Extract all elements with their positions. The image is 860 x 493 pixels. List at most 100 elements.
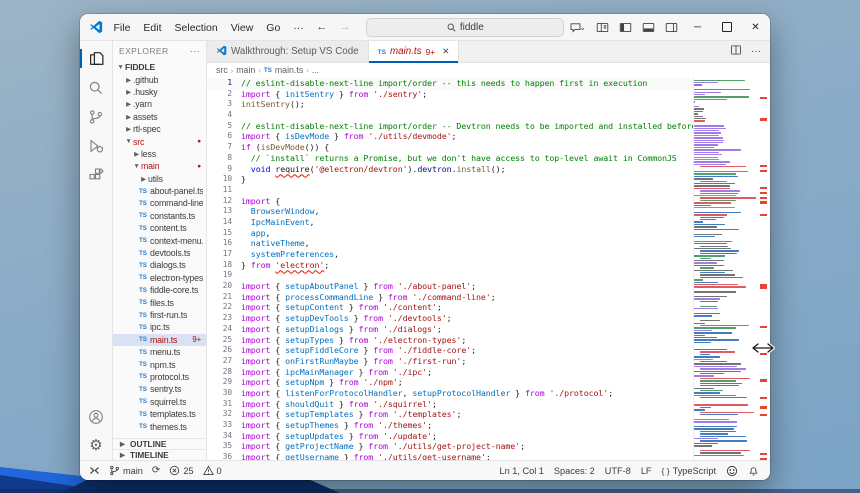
tree-item-squirrel-ts[interactable]: TSsquirrel.ts (113, 396, 206, 408)
menu-moremoremore[interactable]: ··· (287, 22, 311, 34)
tree-item-files-ts[interactable]: TSfiles.ts (113, 296, 206, 308)
typescript-file-icon: TS (139, 411, 150, 418)
close-button[interactable]: ✕ (741, 14, 770, 40)
status-remote[interactable] (89, 465, 100, 476)
menu-view[interactable]: View (224, 22, 260, 34)
tree-item-devtools-ts[interactable]: TSdevtools.ts (113, 247, 206, 259)
tree-item-less[interactable]: ▶less (113, 148, 206, 160)
code-line: 21import { processCommandLine } from './… (207, 292, 693, 303)
tree-item-templates-ts[interactable]: TStemplates.ts (113, 408, 206, 420)
activity-settings-icon[interactable]: ⚙ (80, 431, 112, 460)
editor-actions: ··· (730, 41, 770, 62)
menu-edit[interactable]: Edit (137, 22, 168, 34)
code-editor[interactable]: 1// eslint-disable-next-line import/orde… (207, 77, 770, 460)
customize-layout-icon[interactable] (591, 14, 614, 40)
status-ln-1--col-1[interactable]: Ln 1, Col 1 (499, 466, 543, 476)
tree-item-protocol-ts[interactable]: TSprotocol.ts (113, 371, 206, 383)
status-sync[interactable]: ⟳ (152, 466, 160, 476)
tree-item-sentry-ts[interactable]: TSsentry.ts (113, 383, 206, 395)
chat-icon[interactable]: ⌄ (564, 14, 591, 40)
tree-item-ipc-ts[interactable]: TSipc.ts (113, 321, 206, 333)
menu-selection[interactable]: Selection (168, 22, 224, 34)
command-center-search[interactable]: fiddle (366, 18, 564, 37)
section-outline[interactable]: ▶OUTLINE (113, 438, 206, 449)
explorer-more-actions-icon[interactable]: ··· (190, 46, 200, 56)
line-number: 18 (207, 260, 241, 271)
breadcrumb[interactable]: src›main›TSmain.ts›... (207, 63, 770, 77)
tab-typescript-icon: TS (378, 46, 386, 57)
typescript-file-icon: TS (139, 262, 150, 269)
sidebar-sections: ▶OUTLINE▶TIMELINE (113, 438, 206, 460)
tree-item-dialogs-ts[interactable]: TSdialogs.ts (113, 259, 206, 271)
tree-item-utils[interactable]: ▶utils (113, 173, 206, 185)
activity-extensions-icon[interactable] (80, 160, 112, 189)
split-editor-icon[interactable] (730, 43, 742, 61)
nav-back-button[interactable]: ← (310, 21, 333, 33)
breadcrumb-item[interactable]: main (236, 65, 255, 75)
status-lf[interactable]: LF (641, 466, 652, 476)
tab-close-icon[interactable]: ✕ (442, 46, 449, 57)
minimap[interactable] (693, 77, 756, 460)
status-warning[interactable]: 0 (203, 465, 222, 476)
chevron-right-icon: ▶ (124, 100, 133, 108)
status-error[interactable]: 25 (169, 465, 193, 476)
menu-file[interactable]: File (107, 22, 137, 34)
modified-dot-indicator: ● (197, 138, 203, 145)
breadcrumb-item[interactable]: main.ts (275, 65, 303, 75)
nav-forward-button[interactable]: → (333, 21, 356, 33)
tree-item-rtl-spec[interactable]: ▶rtl-spec (113, 123, 206, 135)
activity-explorer-icon[interactable] (80, 44, 112, 73)
status-utf-8[interactable]: UTF-8 (605, 466, 631, 476)
tree-item-menu-ts[interactable]: TSmenu.ts (113, 346, 206, 358)
tree-item-command-line-ts[interactable]: TScommand-line.ts (113, 197, 206, 209)
tree-item-label: ipc.ts (150, 322, 170, 332)
status-feedback[interactable] (726, 465, 738, 477)
breadcrumb-item[interactable]: ... (312, 65, 319, 75)
tree-item--husky[interactable]: ▶.husky (113, 86, 206, 98)
tab-main-ts[interactable]: TSmain.ts9+✕ (369, 41, 460, 62)
tree-item-npm-ts[interactable]: TSnpm.ts (113, 358, 206, 370)
status-bell[interactable] (748, 465, 759, 476)
tree-item-electron-types-ts[interactable]: TSelectron-types.ts (113, 272, 206, 284)
line-number: 22 (207, 302, 241, 313)
tree-item-about-panel-ts[interactable]: TSabout-panel.ts (113, 185, 206, 197)
status-branch[interactable]: main (109, 465, 143, 476)
tree-item-constants-ts[interactable]: TSconstants.ts (113, 210, 206, 222)
status-braces[interactable]: { }TypeScript (662, 466, 716, 476)
tree-item-first-run-ts[interactable]: TSfirst-run.ts (113, 309, 206, 321)
toggle-primary-sidebar-icon[interactable] (614, 14, 637, 40)
more-actions-icon[interactable]: ··· (751, 46, 761, 57)
tree-item-main[interactable]: ▼main● (113, 160, 206, 172)
error-marker (760, 326, 767, 328)
tree-item--github[interactable]: ▶.github (113, 73, 206, 85)
overview-ruler[interactable] (756, 77, 770, 460)
menu-go[interactable]: Go (260, 22, 287, 34)
activity-run-debug-icon[interactable] (80, 131, 112, 160)
status-spaces--2[interactable]: Spaces: 2 (554, 466, 595, 476)
tree-item--yarn[interactable]: ▶.yarn (113, 98, 206, 110)
activity-search-icon[interactable] (80, 73, 112, 102)
activity-accounts-icon[interactable] (80, 402, 112, 431)
tree-item-assets[interactable]: ▶assets (113, 111, 206, 123)
tree-item-themes-ts[interactable]: TSthemes.ts (113, 420, 206, 432)
tree-item-main-ts[interactable]: TSmain.ts9+ (113, 334, 206, 346)
vscode-window: FileEditSelectionViewGo··· ← → fiddle ⌄ (80, 14, 770, 480)
tree-item-fiddle-core-ts[interactable]: TSfiddle-core.ts (113, 284, 206, 296)
tab-walkthrough--setup-vs-code[interactable]: Walkthrough: Setup VS Code (207, 41, 369, 62)
tree-item-context-menu-ts[interactable]: TScontext-menu.ts (113, 234, 206, 246)
line-number: 36 (207, 452, 241, 460)
section-timeline[interactable]: ▶TIMELINE (113, 449, 206, 460)
tree-item-src[interactable]: ▼src● (113, 135, 206, 147)
toggle-panel-icon[interactable] (637, 14, 660, 40)
code-line: 27import { onFirstRunMaybe } from './fir… (207, 356, 693, 367)
maximize-button[interactable] (712, 14, 741, 40)
status-label: 25 (183, 466, 193, 476)
typescript-file-icon: TS (139, 200, 150, 207)
tree-item-content-ts[interactable]: TScontent.ts (113, 222, 206, 234)
tree-item-fiddle[interactable]: ▼FIDDLE (113, 61, 206, 73)
minimize-button[interactable]: ─ (683, 14, 712, 40)
breadcrumb-item[interactable]: src (216, 65, 228, 75)
activity-source-control-icon[interactable] (80, 102, 112, 131)
toggle-secondary-sidebar-icon[interactable] (660, 14, 683, 40)
code-line-content: // eslint-disable-next-line import/order… (241, 78, 647, 89)
